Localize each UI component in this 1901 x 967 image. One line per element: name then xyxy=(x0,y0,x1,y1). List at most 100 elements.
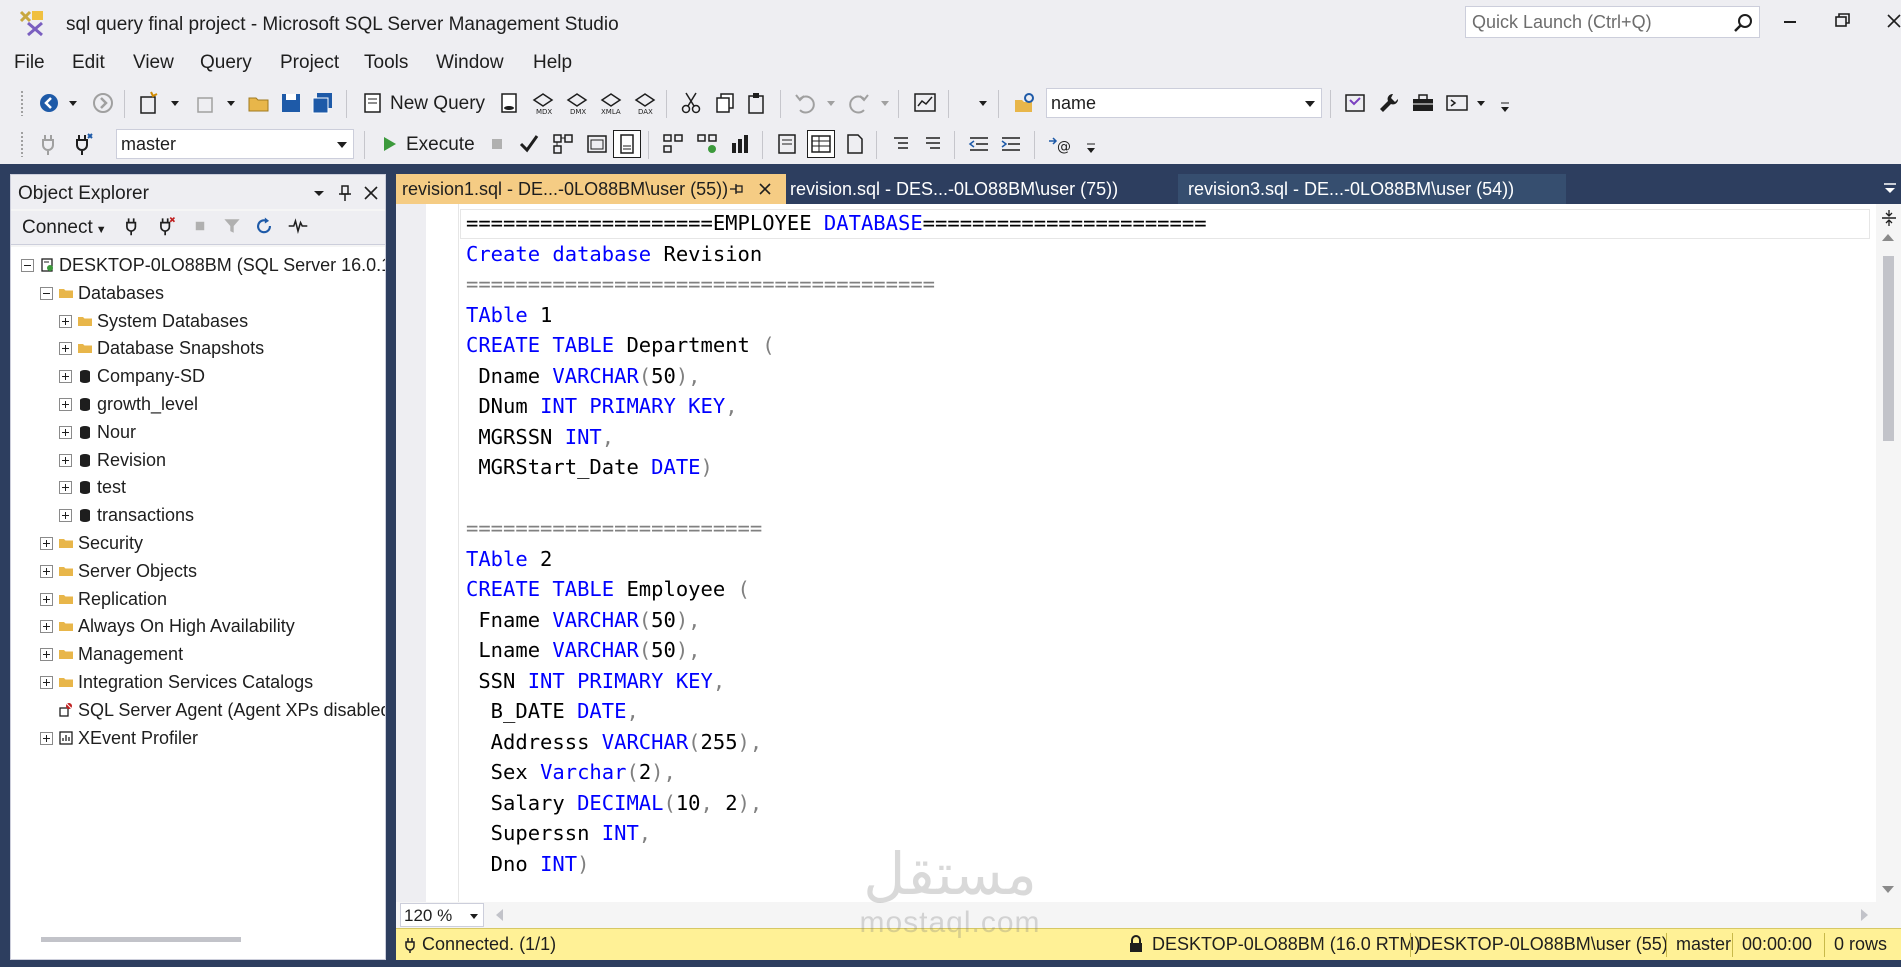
quick-launch-input[interactable] xyxy=(1466,7,1721,37)
chevron-down-icon[interactable] xyxy=(68,95,78,111)
expand-icon[interactable] xyxy=(59,509,72,523)
toolbar-options-icon[interactable] xyxy=(1500,100,1510,116)
tab-revision1[interactable]: revision1.sql - DE...-0LO88BM\user (55)) xyxy=(396,174,786,204)
menu-tools[interactable]: Tools xyxy=(364,52,408,74)
change-connection-icon[interactable] xyxy=(70,131,96,157)
tree-node-database[interactable]: Nour xyxy=(59,420,385,446)
activity-monitor-icon[interactable] xyxy=(912,90,938,116)
back-icon[interactable] xyxy=(36,90,62,116)
forward-icon[interactable] xyxy=(90,90,116,116)
scroll-left-icon[interactable] xyxy=(496,909,503,921)
expand-icon[interactable] xyxy=(40,564,53,578)
comment-lines-icon[interactable] xyxy=(888,131,914,157)
tree-node-database[interactable]: transactions xyxy=(59,503,385,529)
database-engine-query-icon[interactable] xyxy=(496,90,522,116)
specify-template-values-icon[interactable]: @ xyxy=(1046,131,1072,157)
results-to-file-icon[interactable] xyxy=(842,131,868,157)
menu-edit[interactable]: Edit xyxy=(72,52,105,74)
mdx-query-icon[interactable]: MDX xyxy=(530,90,556,116)
add-item-icon[interactable] xyxy=(192,90,218,116)
find-combo[interactable]: name xyxy=(1046,88,1322,118)
close-icon[interactable] xyxy=(756,180,774,198)
tree-node-databases[interactable]: Databases xyxy=(40,281,385,307)
close-icon[interactable] xyxy=(1874,6,1901,36)
include-actual-plan-icon[interactable] xyxy=(660,131,686,157)
expand-icon[interactable] xyxy=(40,648,53,662)
chevron-down-icon[interactable] xyxy=(470,914,478,919)
tree-node-server-child[interactable]: SQL Server Agent (Agent XPs disabled) xyxy=(40,698,385,724)
split-window-icon[interactable] xyxy=(1879,208,1899,228)
connect-button[interactable]: Connect ▼ xyxy=(22,217,107,239)
horizontal-scrollbar[interactable] xyxy=(11,915,385,959)
copy-icon[interactable] xyxy=(712,90,738,116)
window-position-icon[interactable] xyxy=(309,183,329,203)
toolbar-grip[interactable] xyxy=(20,90,24,116)
tree-node-server-child[interactable]: Always On High Availability xyxy=(40,614,385,640)
redo-icon[interactable] xyxy=(846,90,872,116)
scroll-up-icon[interactable] xyxy=(1882,234,1894,241)
menu-view[interactable]: View xyxy=(133,52,174,74)
execute-button[interactable]: Execute xyxy=(406,134,475,156)
tree-node-database[interactable]: test xyxy=(59,475,385,501)
intellisense-toggle-icon[interactable] xyxy=(613,130,641,158)
menu-query[interactable]: Query xyxy=(200,52,252,74)
filter-icon[interactable] xyxy=(221,215,243,237)
open-folder-icon[interactable] xyxy=(246,90,272,116)
disconnect-icon[interactable] xyxy=(155,215,177,237)
chevron-down-icon[interactable] xyxy=(826,95,836,111)
execute-play-icon[interactable] xyxy=(376,131,402,157)
chevron-down-icon[interactable] xyxy=(978,95,988,111)
undo-icon[interactable] xyxy=(792,90,818,116)
tree-node-database[interactable]: Revision xyxy=(59,448,385,474)
sql-editor[interactable]: ====================EMPLOYEE DATABASE===… xyxy=(396,204,1901,902)
tree-node-database[interactable]: growth_level xyxy=(59,392,385,418)
menu-project[interactable]: Project xyxy=(280,52,339,74)
toolbar-options-icon[interactable] xyxy=(1086,141,1096,157)
save-icon[interactable] xyxy=(278,90,304,116)
command-window-icon[interactable] xyxy=(1444,90,1470,116)
expand-icon[interactable] xyxy=(59,398,72,411)
expand-icon[interactable] xyxy=(59,425,72,439)
zoom-combo[interactable]: 120 % xyxy=(400,903,484,927)
stop-icon[interactable] xyxy=(189,215,211,237)
client-statistics-icon[interactable] xyxy=(728,131,754,157)
expand-icon[interactable] xyxy=(40,592,53,606)
scroll-down-icon[interactable] xyxy=(1882,886,1894,893)
uncomment-lines-icon[interactable] xyxy=(920,131,946,157)
restore-icon[interactable] xyxy=(1822,6,1862,36)
dax-query-icon[interactable]: DAX xyxy=(632,90,658,116)
expand-icon[interactable] xyxy=(59,453,72,467)
toolbox-icon[interactable] xyxy=(1410,90,1436,116)
chevron-down-icon[interactable] xyxy=(880,95,890,111)
expand-icon[interactable] xyxy=(59,314,72,328)
live-query-stats-icon[interactable] xyxy=(694,131,720,157)
results-to-grid-icon[interactable] xyxy=(807,130,835,158)
tree-node-server-child[interactable]: Replication xyxy=(40,587,385,613)
solution-explorer-icon[interactable] xyxy=(1342,90,1368,116)
properties-wrench-icon[interactable] xyxy=(1376,90,1402,116)
chevron-down-icon[interactable]: ▼ xyxy=(96,224,107,236)
estimated-plan-icon[interactable] xyxy=(550,131,576,157)
new-project-icon[interactable] xyxy=(136,90,162,116)
chevron-down-icon[interactable] xyxy=(170,95,180,111)
expand-icon[interactable] xyxy=(59,342,72,356)
minimize-icon[interactable] xyxy=(1770,6,1810,36)
parse-checkmark-icon[interactable] xyxy=(516,131,542,157)
increase-indent-icon[interactable] xyxy=(998,131,1024,157)
tree-node-server-child[interactable]: Security xyxy=(40,531,385,557)
activity-monitor-icon[interactable] xyxy=(287,215,309,237)
expand-icon[interactable] xyxy=(40,537,53,550)
xmla-query-icon[interactable]: XMLA xyxy=(598,90,624,116)
tree-node-server-child[interactable]: Server Objects xyxy=(40,559,385,585)
connect-object-explorer-icon[interactable] xyxy=(121,215,143,237)
expand-icon[interactable] xyxy=(40,676,53,689)
scrollbar-thumb[interactable] xyxy=(1883,256,1894,441)
new-query-button[interactable]: New Query xyxy=(390,93,485,115)
dmx-query-icon[interactable]: DMX xyxy=(564,90,590,116)
connect-plug-icon[interactable] xyxy=(36,131,62,157)
menu-help[interactable]: Help xyxy=(533,52,572,74)
tree-node-server-child[interactable]: Management xyxy=(40,642,385,668)
tree-node-server[interactable]: DESKTOP-0LO88BM (SQL Server 16.0.100 xyxy=(21,253,385,279)
stop-icon[interactable] xyxy=(484,131,510,157)
vertical-scrollbar[interactable] xyxy=(1876,204,1901,902)
